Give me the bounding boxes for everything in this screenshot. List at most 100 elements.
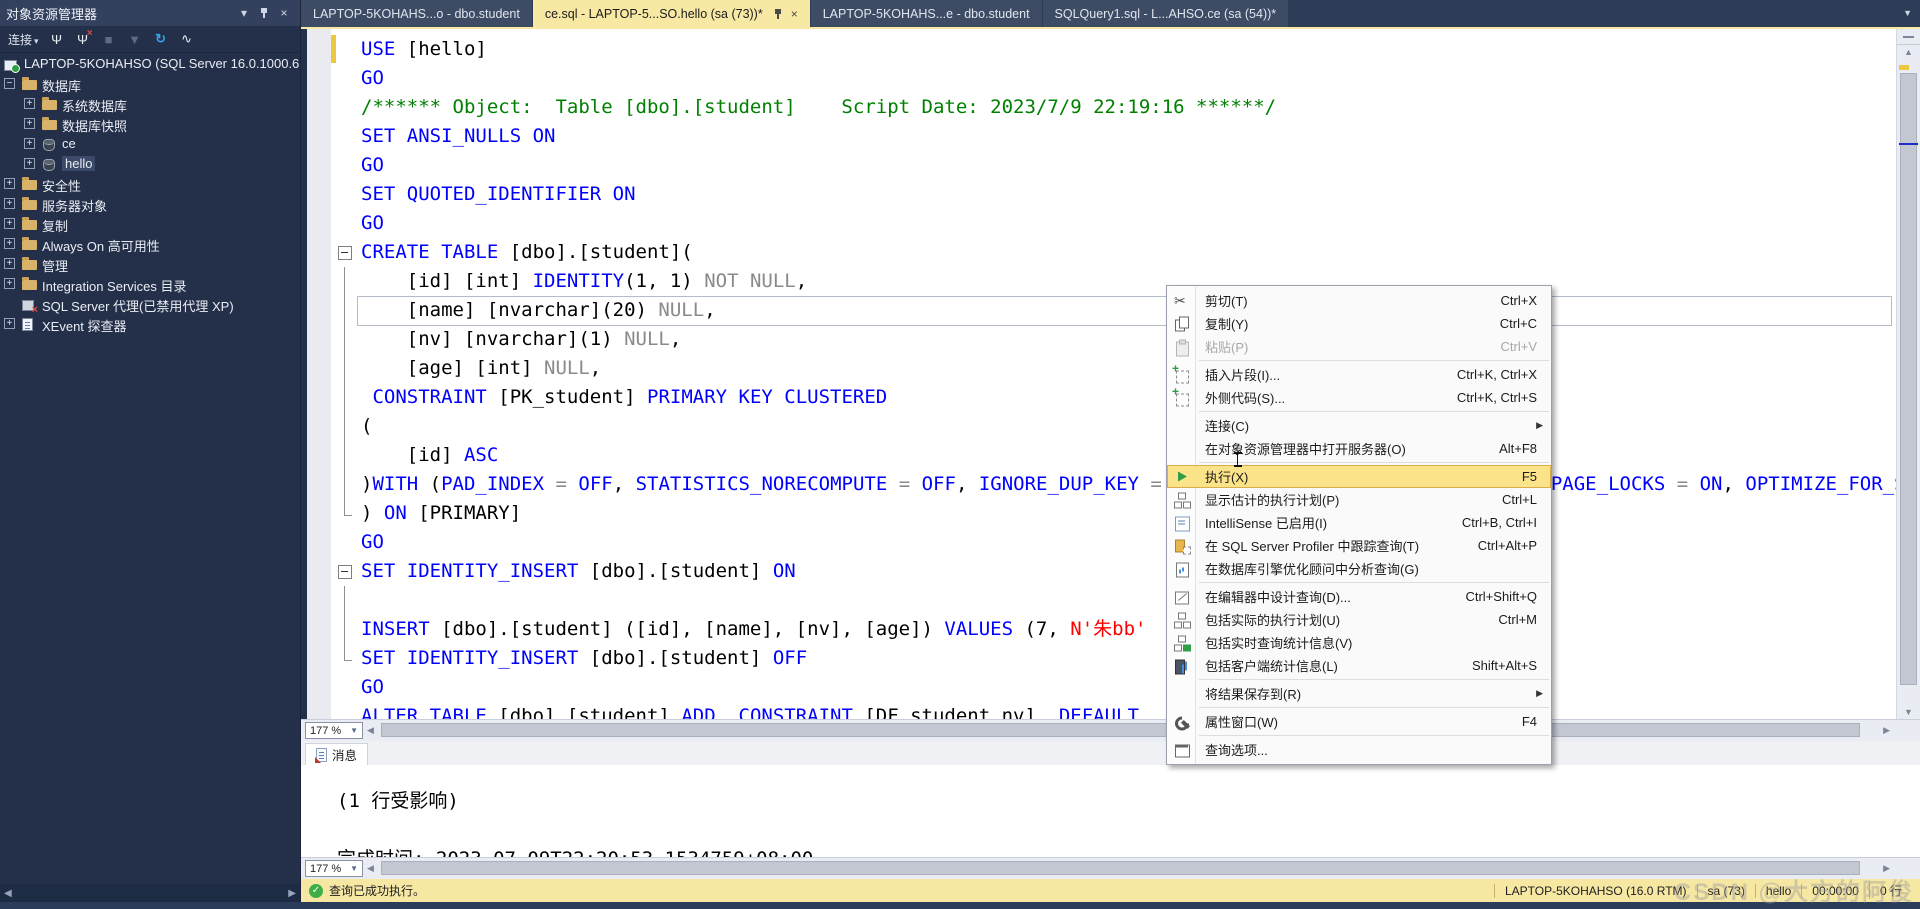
tab-label: SQLQuery1.sql - L...AHSO.ce (sa (54))* (1055, 7, 1277, 21)
expand-icon[interactable]: + (24, 138, 35, 149)
code-line: ( (337, 412, 1896, 441)
design-icon (1173, 588, 1190, 605)
menu-item-include-actual-execution-plan[interactable]: 包括实际的执行计划(U)Ctrl+M (1167, 608, 1551, 631)
document-tab-bar: LAPTOP-5KOHAHS...o - dbo.studentce.sql -… (301, 0, 1920, 27)
horizontal-scroll-thumb[interactable] (381, 861, 1860, 875)
sidebar-item-database-hello[interactable]: +hello (0, 154, 300, 174)
tree-item-label: LAPTOP-5KOHAHSO (SQL Server 16.0.1000.6 … (24, 56, 300, 71)
expand-icon[interactable]: + (24, 98, 35, 109)
scroll-right-icon[interactable]: ▶ (288, 888, 296, 899)
sidebar-item-server-node[interactable]: LAPTOP-5KOHAHSO (SQL Server 16.0.1000.6 … (0, 54, 300, 74)
expand-icon[interactable]: + (4, 278, 15, 289)
object-explorer-toolbar: 连接▾ ΨΨ ■ ▼ ↻ ∿ (0, 26, 300, 53)
zoom-dropdown-icon[interactable]: ▼ (350, 726, 358, 735)
menu-item-surround-with[interactable]: 外侧代码(S)...Ctrl+K, Ctrl+S (1167, 386, 1551, 409)
menu-item-intellisense-enabled[interactable]: IntelliSense 已启用(I)Ctrl+B, Ctrl+I (1167, 511, 1551, 534)
window-position-icon[interactable]: ▾ (234, 3, 254, 23)
sidebar-item-databases-folder[interactable]: −数据库 (0, 74, 300, 94)
sidebar-item-replication-folder[interactable]: +复制 (0, 214, 300, 234)
editor-horizontal-scrollbar[interactable]: 177 % ▼ ◀ ▶ (301, 719, 1920, 741)
expand-icon[interactable]: + (4, 318, 15, 329)
expand-icon[interactable]: + (24, 158, 35, 169)
tab-ce-sql[interactable]: ce.sql - LAPTOP-5...SO.hello (sa (73))*× (533, 0, 810, 27)
editor-zoom-combo[interactable]: 177 % ▼ (305, 722, 363, 739)
zoom-dropdown-icon[interactable]: ▼ (350, 864, 358, 873)
fold-toggle-icon[interactable] (337, 557, 357, 586)
submenu-arrow-icon: ▶ (1536, 688, 1543, 699)
sidebar-item-xevent-profiler[interactable]: +XEvent 探查器 (0, 314, 300, 334)
scroll-up-icon[interactable]: ▲ (1897, 47, 1920, 57)
sidebar-item-database-ce[interactable]: +ce (0, 134, 300, 154)
scroll-down-icon[interactable]: ▼ (1897, 707, 1920, 717)
fold-toggle-icon[interactable] (337, 238, 357, 267)
sidebar-item-security-folder[interactable]: +安全性 (0, 174, 300, 194)
messages-zoom-combo[interactable]: 177 % ▼ (305, 860, 363, 877)
menu-item-analyze-query-in-dta[interactable]: 在数据库引擎优化顾问中分析查询(G) (1167, 557, 1551, 580)
expand-icon[interactable]: + (4, 198, 15, 209)
expand-icon[interactable]: + (4, 218, 15, 229)
tab-sqlquery1[interactable]: SQLQuery1.sql - L...AHSO.ce (sa (54))* (1043, 0, 1289, 27)
menu-item-insert-snippet[interactable]: 插入片段(I)...Ctrl+K, Ctrl+X (1167, 363, 1551, 386)
menu-item-display-estimated-execution-plan[interactable]: 显示估计的执行计划(P)Ctrl+L (1167, 488, 1551, 511)
disconnect-icon[interactable]: Ψ (75, 32, 91, 47)
menu-item-trace-query-in-sql-server-profiler[interactable]: 在 SQL Server Profiler 中跟踪查询(T)Ctrl+Alt+P (1167, 534, 1551, 557)
menu-item-include-client-statistics[interactable]: 包括客户端统计信息(L)Shift+Alt+S (1167, 654, 1551, 677)
refresh-icon[interactable]: ↻ (153, 31, 169, 47)
tab-messages[interactable]: 消息 (305, 743, 368, 765)
editor-vertical-scrollbar[interactable]: ▲ ▼ (1896, 29, 1920, 719)
folder-icon (22, 278, 37, 291)
scroll-left-icon[interactable]: ◀ (367, 725, 374, 736)
expand-icon[interactable]: + (24, 118, 35, 129)
activity-monitor-icon[interactable]: ∿ (179, 31, 195, 47)
stop-icon[interactable]: ■ (101, 32, 117, 47)
expand-icon[interactable]: + (4, 258, 15, 269)
tab-table-designer-2[interactable]: LAPTOP-5KOHAHS...e - dbo.student (811, 0, 1042, 27)
tab-close-icon[interactable]: × (791, 7, 798, 21)
menu-item-paste[interactable]: 粘贴(P)Ctrl+V (1167, 335, 1551, 358)
sidebar-item-management-folder[interactable]: +管理 (0, 254, 300, 274)
menu-item-properties-window[interactable]: 属性窗口(W)F4 (1167, 710, 1551, 733)
sidebar-item-integration-services-folder[interactable]: + Integration Services 目录 (0, 274, 300, 294)
tree-item-label: Integration Services 目录 (42, 276, 187, 295)
menu-item-connection[interactable]: 连接(C)▶ (1167, 414, 1551, 437)
horizontal-scroll-thumb[interactable] (381, 723, 1860, 737)
menu-item-query-options[interactable]: 查询选项... (1167, 738, 1551, 761)
tab-pin-icon[interactable] (773, 8, 783, 20)
filter-icon[interactable]: ▼ (127, 32, 143, 47)
tab-list-dropdown-icon[interactable]: ▼ (1903, 8, 1912, 18)
scroll-right-icon[interactable]: ▶ (1883, 725, 1890, 736)
connect-dropdown[interactable]: 连接▾ (8, 31, 39, 48)
menu-item-cut[interactable]: 剪切(T)Ctrl+X (1167, 289, 1551, 312)
auto-hide-pin-icon[interactable] (254, 3, 274, 23)
menu-item-copy[interactable]: 复制(Y)Ctrl+C (1167, 312, 1551, 335)
code-area[interactable]: USE [hello]GO/****** Object: Table [dbo]… (337, 35, 1896, 719)
menu-item-include-live-query-statistics[interactable]: 包括实时查询统计信息(V) (1167, 631, 1551, 654)
sidebar-item-server-objects-folder[interactable]: +服务器对象 (0, 194, 300, 214)
tab-table-designer-1[interactable]: LAPTOP-5KOHAHS...o - dbo.student (301, 0, 532, 27)
sidebar-horizontal-scrollbar[interactable]: ◀ ▶ (0, 884, 300, 902)
menu-item-open-server-in-object-explorer[interactable]: 在对象资源管理器中打开服务器(O)Alt+F8 (1167, 437, 1551, 460)
scroll-left-icon[interactable]: ◀ (367, 863, 374, 874)
close-panel-icon[interactable]: × (274, 3, 294, 23)
code-line: /****** Object: Table [dbo].[student] Sc… (337, 93, 1896, 122)
connect-icon[interactable]: Ψ (49, 32, 65, 47)
sidebar-item-always-on-folder[interactable]: +Always On 高可用性 (0, 234, 300, 254)
menu-item-shortcut: F5 (1498, 469, 1537, 484)
expand-icon[interactable]: + (4, 178, 15, 189)
vertical-scroll-thumb[interactable] (1900, 73, 1917, 685)
expand-icon[interactable]: + (4, 238, 15, 249)
sidebar-item-database-snapshots-folder[interactable]: +数据库快照 (0, 114, 300, 134)
menu-item-design-query-in-editor[interactable]: 在编辑器中设计查询(D)...Ctrl+Shift+Q (1167, 585, 1551, 608)
collapse-icon[interactable]: − (4, 78, 15, 89)
menu-item-execute[interactable]: 执行(X)F5 (1167, 465, 1551, 488)
splitter-grip-icon[interactable] (1897, 29, 1920, 45)
fold-guide (337, 296, 357, 325)
sidebar-item-system-databases-folder[interactable]: +系统数据库 (0, 94, 300, 114)
code-line: GO (337, 151, 1896, 180)
watermark: CSDN @大方的阿俊 (1674, 872, 1914, 907)
menu-item-save-results-to[interactable]: 将结果保存到(R)▶ (1167, 682, 1551, 705)
sql-editor[interactable]: USE [hello]GO/****** Object: Table [dbo]… (301, 29, 1920, 719)
object-explorer-title: 对象资源管理器 (6, 4, 97, 23)
sidebar-item-sql-server-agent[interactable]: SQL Server 代理(已禁用代理 XP) (0, 294, 300, 314)
scroll-left-icon[interactable]: ◀ (4, 888, 12, 899)
